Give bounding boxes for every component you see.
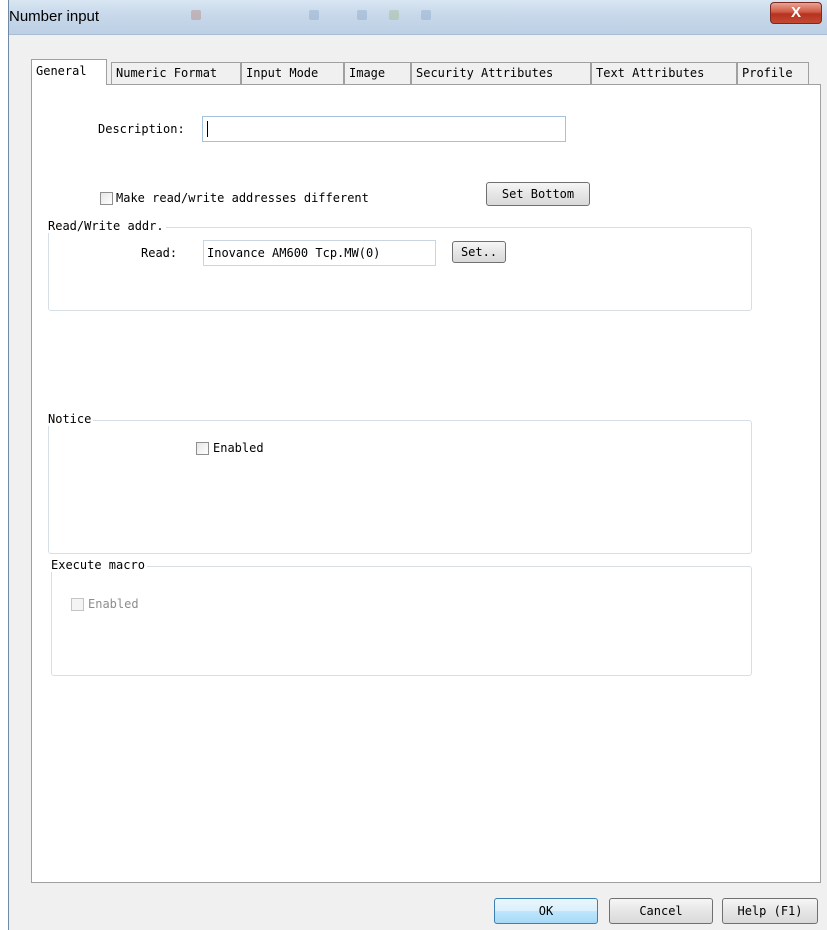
- tab-profile[interactable]: Profile: [737, 62, 809, 84]
- tab-input-mode[interactable]: Input Mode: [241, 62, 344, 84]
- close-icon: X: [790, 4, 801, 21]
- tab-text-attributes[interactable]: Text Attributes: [591, 62, 737, 84]
- general-tab-panel: Description: Make read/write addresses d…: [31, 84, 821, 883]
- tab-label: Input Mode: [246, 66, 319, 80]
- tab-strip: General Numeric Format Input Mode Image …: [31, 59, 821, 85]
- tab-general[interactable]: General: [31, 59, 107, 85]
- title-decor-icon: [191, 10, 201, 20]
- make-rw-different-checkbox[interactable]: [100, 192, 113, 205]
- ok-label: OK: [538, 904, 554, 918]
- tab-label: Profile: [742, 66, 793, 80]
- read-set-label: Set..: [460, 245, 498, 259]
- cancel-label: Cancel: [639, 904, 683, 918]
- title-bar[interactable]: Number input X: [9, 0, 827, 35]
- window-title: Number input: [9, 8, 100, 25]
- tab-label: Numeric Format: [116, 66, 218, 80]
- ok-button[interactable]: OK: [494, 898, 598, 924]
- title-decor-icon: [389, 10, 399, 20]
- notice-group: Notice Enabled: [46, 412, 752, 554]
- read-label: Read:: [141, 246, 178, 260]
- rw-address-group-title: Read/Write addr.: [46, 219, 166, 233]
- execute-macro-group-title: Execute macro: [49, 558, 147, 572]
- tab-security-attributes[interactable]: Security Attributes: [411, 62, 591, 84]
- tab-image[interactable]: Image: [344, 62, 411, 84]
- description-label: Description:: [98, 122, 185, 136]
- read-address-value: Inovance AM600 Tcp.MW(0): [207, 246, 381, 260]
- help-label: Help (F1): [737, 904, 803, 918]
- notice-group-title: Notice: [46, 412, 94, 426]
- read-set-button[interactable]: Set..: [452, 241, 506, 263]
- tab-label: General: [36, 64, 87, 78]
- execute-macro-group: Execute macro Enabled: [49, 558, 752, 676]
- cancel-button[interactable]: Cancel: [609, 898, 713, 924]
- number-input-dialog: Number input X General Numeric Format In…: [8, 0, 827, 930]
- description-input[interactable]: [202, 116, 566, 142]
- tab-label: Image: [349, 66, 386, 80]
- title-decor-icon: [357, 10, 367, 20]
- rw-address-group: Read/Write addr. Read: Inovance AM600 Tc…: [46, 219, 752, 311]
- make-rw-different-label: Make read/write addresses different: [116, 191, 369, 205]
- help-button[interactable]: Help (F1): [722, 898, 818, 924]
- macro-enabled-checkbox[interactable]: [71, 598, 84, 611]
- notice-enabled-label: Enabled: [213, 441, 264, 455]
- title-decor-icon: [309, 10, 319, 20]
- set-bottom-button[interactable]: Set Bottom: [486, 182, 590, 206]
- close-button[interactable]: X: [770, 2, 822, 24]
- text-caret: [207, 121, 208, 137]
- tab-numeric-format[interactable]: Numeric Format: [111, 62, 241, 84]
- tab-label: Text Attributes: [596, 66, 705, 80]
- tab-label: Security Attributes: [416, 66, 554, 80]
- set-bottom-label: Set Bottom: [501, 187, 575, 201]
- notice-enabled-checkbox[interactable]: [196, 442, 209, 455]
- read-address-field[interactable]: Inovance AM600 Tcp.MW(0): [203, 240, 436, 266]
- title-decor-icon: [421, 10, 431, 20]
- macro-enabled-label: Enabled: [88, 597, 139, 611]
